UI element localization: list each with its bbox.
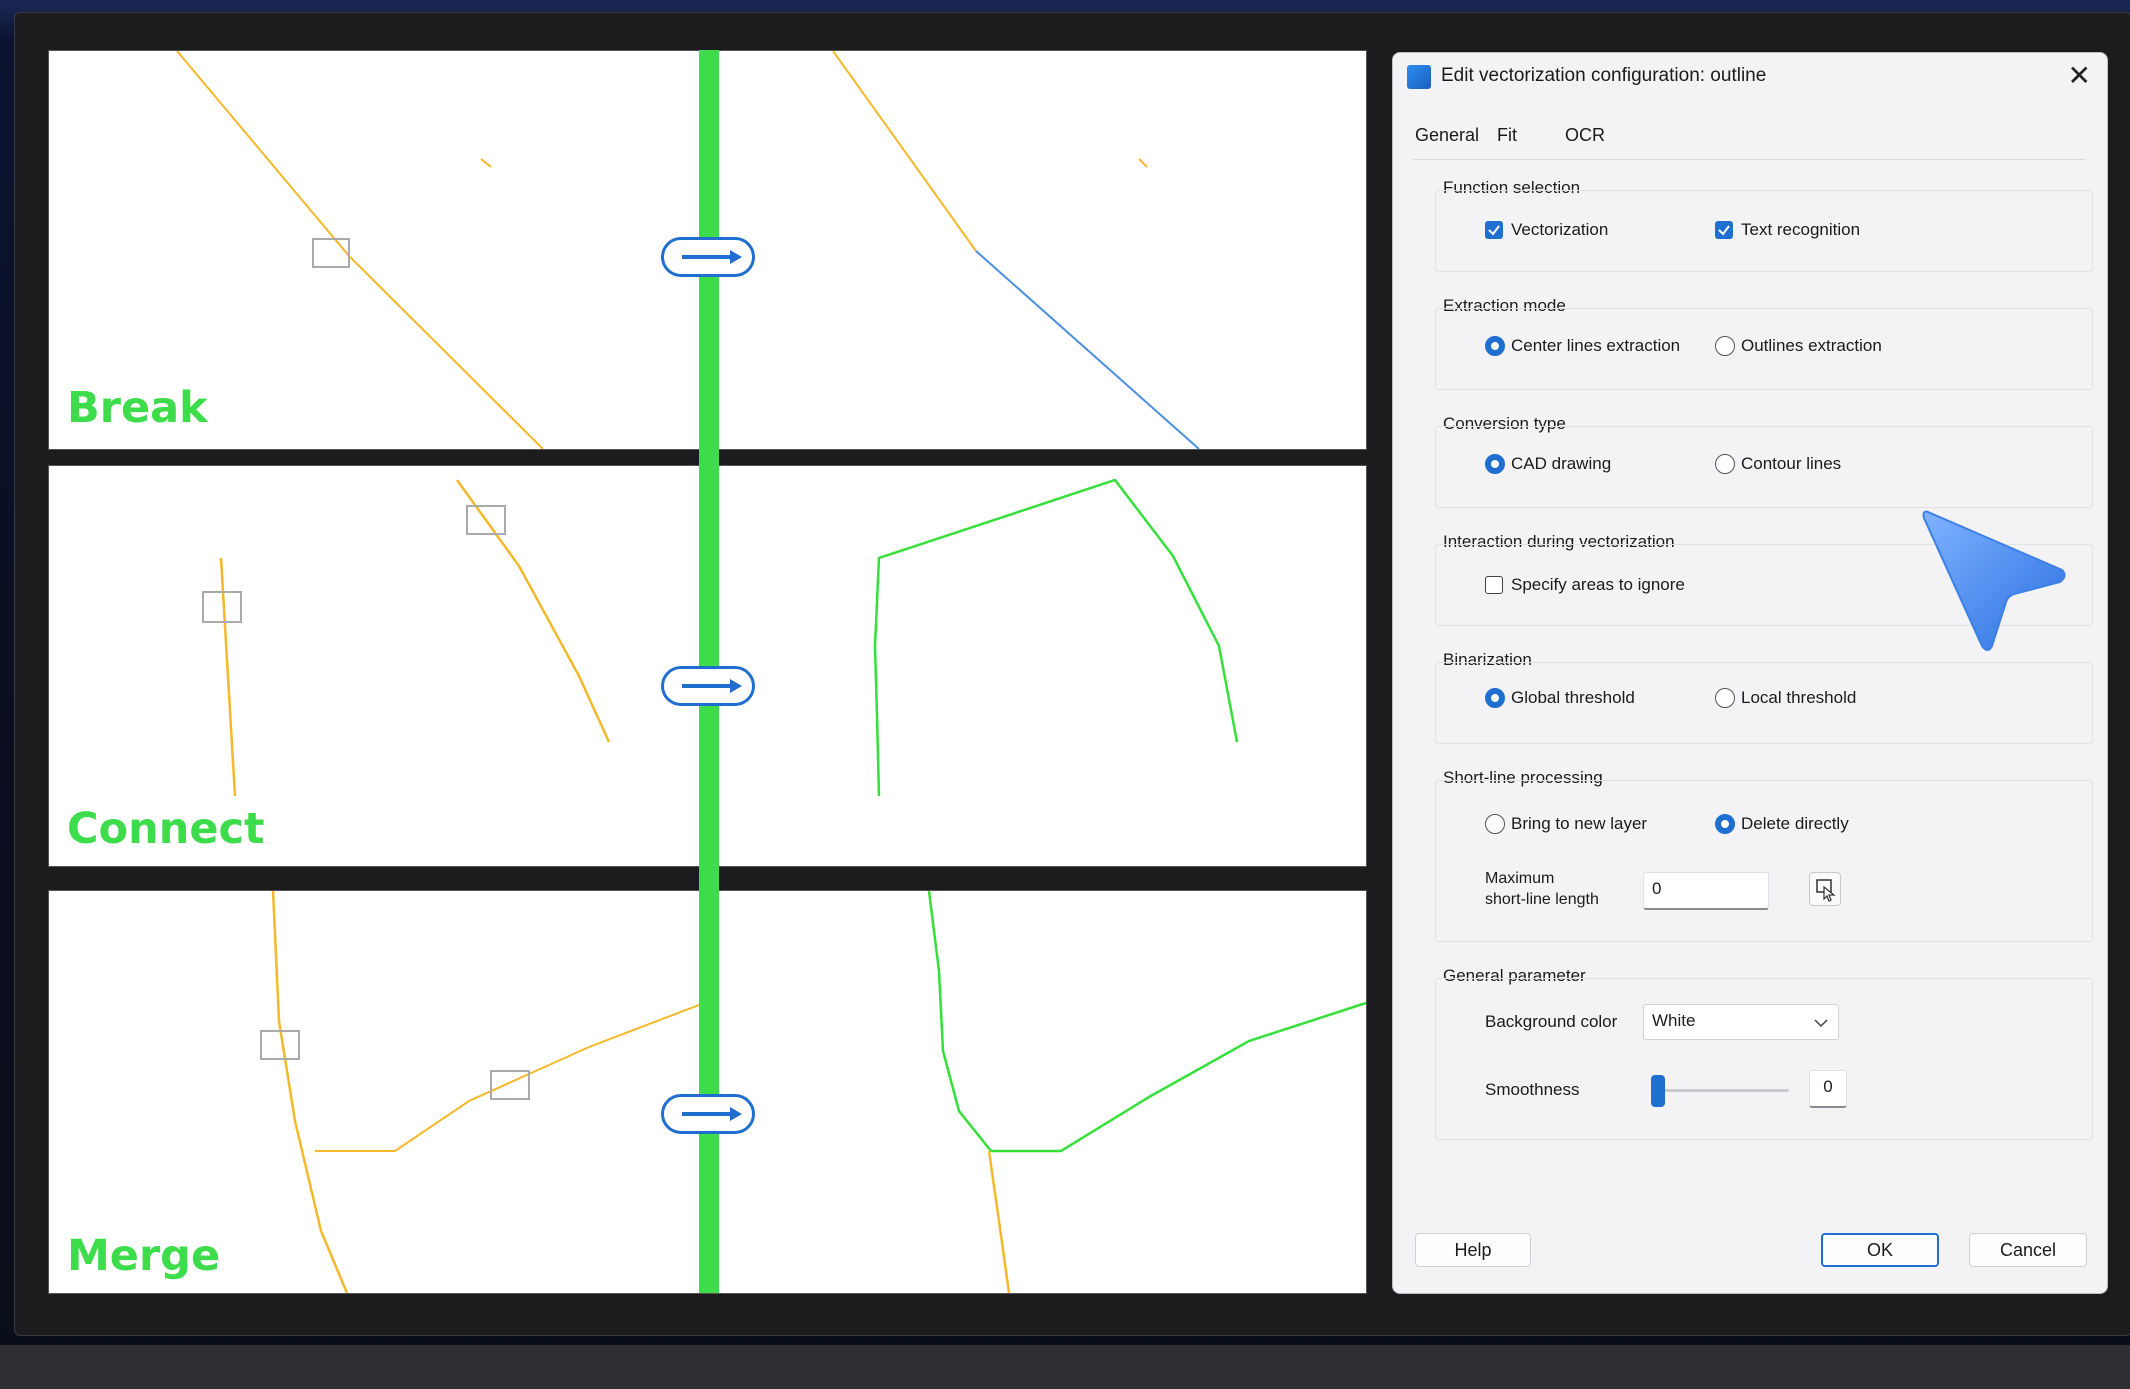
smoothness-slider[interactable] [1651, 1072, 1789, 1108]
tab-general[interactable]: General [1415, 125, 1479, 146]
transform-arrow-break [661, 237, 755, 277]
panel-label-break: Break [67, 383, 208, 433]
pick-length-icon[interactable] [1809, 872, 1841, 906]
transform-arrow-connect [661, 666, 755, 706]
ok-button[interactable]: OK [1821, 1233, 1939, 1267]
background-color-label: Background color [1485, 1012, 1618, 1031]
text-recognition-label: Text recognition [1741, 220, 1861, 239]
specify-areas-label: Specify areas to ignore [1511, 575, 1685, 594]
global-threshold-label: Global threshold [1511, 688, 1635, 707]
vectorization-config-dialog: Edit vectorization configuration: outlin… [1392, 52, 2108, 1294]
contour-lines-label: Contour lines [1741, 454, 1842, 473]
right-arrow-icon [682, 679, 742, 693]
bring-to-layer-radio[interactable] [1485, 814, 1505, 834]
pointer-cursor-icon [1922, 510, 2066, 651]
bottom-bar [0, 1345, 2130, 1389]
outlines-label: Outlines extraction [1741, 336, 1882, 355]
smoothness-input[interactable]: 0 [1809, 1070, 1847, 1108]
bring-to-layer-label: Bring to new layer [1511, 814, 1648, 833]
max-length-input[interactable]: 0 [1643, 872, 1769, 910]
chevron-down-icon [1814, 1019, 1828, 1028]
right-arrow-icon [682, 1107, 742, 1121]
background-color-select[interactable]: White [1643, 1004, 1839, 1040]
slider-track [1651, 1089, 1789, 1092]
center-lines-radio[interactable] [1485, 336, 1505, 356]
local-threshold-label: Local threshold [1741, 688, 1857, 707]
vectorization-checkbox[interactable] [1485, 221, 1503, 239]
cad-drawing-radio[interactable] [1485, 454, 1505, 474]
binarization-group: Binarization Global threshold Local thre… [1435, 650, 2093, 744]
function-selection-group: Function selection Vectorization Text re… [1435, 178, 2093, 272]
max-length-label-line2: short-line length [1485, 891, 1599, 908]
local-threshold-radio[interactable] [1715, 688, 1735, 708]
contour-lines-radio[interactable] [1715, 454, 1735, 474]
help-button[interactable]: Help [1415, 1233, 1531, 1267]
outlines-radio[interactable] [1715, 336, 1735, 356]
text-recognition-checkbox[interactable] [1715, 221, 1733, 239]
delete-directly-radio[interactable] [1715, 814, 1735, 834]
general-tab-pane: Function selection Vectorization Text re… [1413, 159, 2093, 1200]
right-arrow-icon [682, 250, 742, 264]
background-color-value: White [1652, 1011, 1696, 1030]
conversion-type-group: Conversion type CAD drawing Contour line… [1435, 414, 2093, 508]
tab-ocr[interactable]: OCR [1565, 125, 1605, 146]
smoothness-label: Smoothness [1485, 1080, 1580, 1099]
dialog-title: Edit vectorization configuration: outlin… [1441, 65, 1767, 86]
cad-drawing-label: CAD drawing [1511, 454, 1612, 473]
app-icon [1407, 65, 1431, 89]
extraction-mode-group: Extraction mode Center lines extraction … [1435, 296, 2093, 390]
transform-arrow-merge [661, 1094, 755, 1134]
specify-areas-checkbox[interactable] [1485, 576, 1503, 594]
global-threshold-radio[interactable] [1485, 688, 1505, 708]
general-parameter-group: General parameter Background color White… [1435, 966, 2093, 1140]
panel-label-merge: Merge [67, 1231, 221, 1281]
slider-thumb[interactable] [1651, 1075, 1665, 1107]
max-length-label-line1: Maximum [1485, 870, 1555, 887]
delete-directly-label: Delete directly [1741, 814, 1849, 833]
close-icon[interactable]: ✕ [2068, 59, 2091, 92]
vectorization-label: Vectorization [1511, 220, 1609, 239]
cancel-button[interactable]: Cancel [1969, 1233, 2087, 1267]
dialog-titlebar: Edit vectorization configuration: outlin… [1393, 53, 2107, 101]
short-line-group: Short-line processing Bring to new layer… [1435, 768, 2093, 942]
tab-fit[interactable]: Fit [1497, 125, 1517, 146]
panel-label-connect: Connect [67, 804, 265, 854]
center-lines-label: Center lines extraction [1511, 336, 1681, 355]
